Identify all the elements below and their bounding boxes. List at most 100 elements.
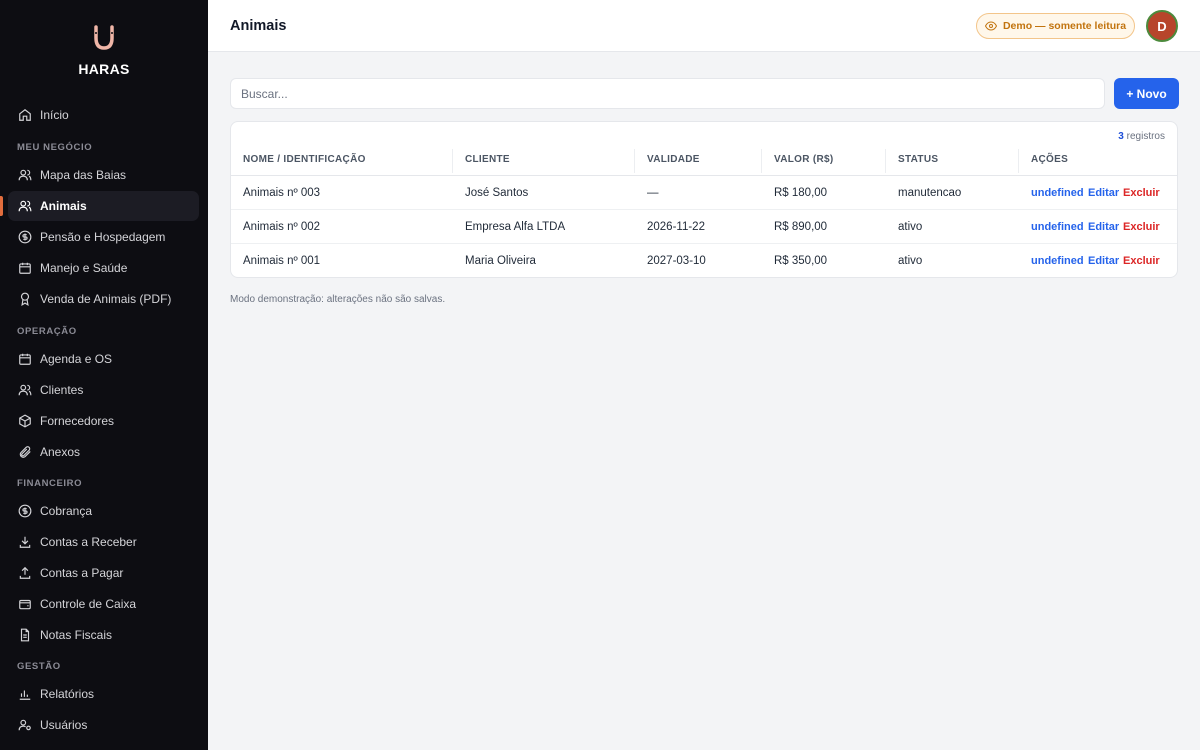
sidebar-item-label: Venda de Animais (PDF) — [40, 292, 172, 306]
top-header: Animais Demo — somente leitura D — [208, 0, 1200, 52]
sidebar-item-label: Clientes — [40, 383, 84, 397]
sidebar-item-mapa-das-baias[interactable]: Mapa das Baias — [8, 160, 199, 190]
brand: HARAS — [0, 0, 208, 96]
sidebar-item-label: Manejo e Saúde — [40, 261, 128, 275]
dollar-circle-icon — [18, 230, 32, 244]
edit-link[interactable]: Editar — [1088, 255, 1119, 267]
sidebar-item-inicio[interactable]: Início — [8, 100, 199, 130]
records-table: 3 registros NOME / IDENTIFICAÇÃO CLIENTE… — [230, 121, 1178, 278]
sidebar-item-animais[interactable]: Animais — [8, 191, 199, 221]
records-count-label: registros — [1126, 131, 1165, 142]
section-title-gestao: GESTÃO — [17, 661, 61, 672]
sidebar-item-contas-a-receber[interactable]: Contas a Receber — [8, 527, 199, 557]
table-row: Animais nº 003 José Santos — R$ 180,00 m… — [231, 176, 1177, 210]
demo-footnote: Modo demonstração: alterações não são sa… — [230, 294, 446, 305]
user-cog-icon — [18, 718, 32, 732]
cell-status: manutencao — [898, 187, 962, 199]
sidebar: HARAS Início MEU NEGÓCIO Mapa das Baias … — [0, 0, 208, 750]
user-avatar[interactable]: D — [1146, 10, 1178, 42]
column-divider — [885, 149, 886, 173]
table-row: Animais nº 001 Maria Oliveira 2027-03-10… — [231, 244, 1177, 277]
column-header-valor: VALOR (R$) — [774, 154, 834, 165]
edit-link[interactable]: Editar — [1088, 221, 1119, 233]
sidebar-item-label: Fornecedores — [40, 414, 115, 428]
bar-chart-icon — [18, 687, 32, 701]
dollar-circle-icon — [18, 504, 32, 518]
edit-link[interactable]: Editar — [1088, 187, 1119, 199]
sidebar-item-label: Mapa das Baias — [40, 168, 127, 182]
sidebar-item-label: Usuários — [40, 718, 88, 732]
sidebar-item-manejo-e-saude[interactable]: Manejo e Saúde — [8, 253, 199, 283]
search-input[interactable] — [230, 78, 1105, 109]
cell-nome: Animais nº 002 — [243, 221, 321, 233]
active-indicator — [0, 196, 3, 216]
upload-icon — [18, 566, 32, 580]
sidebar-item-relatorios[interactable]: Relatórios — [8, 679, 199, 709]
delete-link[interactable]: Excluir — [1123, 187, 1160, 199]
sidebar-item-label: Início — [40, 108, 69, 122]
home-icon — [18, 108, 32, 122]
paperclip-icon — [18, 445, 32, 459]
cell-status: ativo — [898, 221, 923, 233]
wallet-icon — [18, 597, 32, 611]
column-header-nome: NOME / IDENTIFICAÇÃO — [243, 154, 366, 165]
delete-link[interactable]: Excluir — [1123, 221, 1160, 233]
sidebar-item-label: Controle de Caixa — [40, 597, 137, 611]
column-divider — [452, 149, 453, 173]
demo-badge-label: Demo — somente leitura — [1002, 20, 1127, 32]
calendar-icon — [18, 261, 32, 275]
column-divider — [1018, 149, 1019, 173]
page-title: Animais — [230, 18, 287, 34]
records-count-number: 3 — [1118, 131, 1124, 142]
sidebar-item-label: Pensão e Hospedagem — [40, 230, 166, 244]
cell-valor: R$ 350,00 — [774, 255, 828, 267]
horseshoe-logo-icon — [94, 25, 114, 50]
users-icon — [18, 383, 32, 397]
package-icon — [18, 414, 32, 428]
sidebar-item-usuarios[interactable]: Usuários — [8, 710, 199, 740]
sidebar-item-label: Contas a Receber — [40, 535, 137, 549]
users-icon — [18, 168, 32, 182]
column-header-acoes: AÇÕES — [1031, 154, 1069, 165]
sidebar-item-label: Anexos — [40, 445, 81, 459]
download-icon — [18, 535, 32, 549]
cell-nome: Animais nº 003 — [243, 187, 321, 199]
sidebar-item-fornecedores[interactable]: Fornecedores — [8, 406, 199, 436]
table-row: Animais nº 002 Empresa Alfa LTDA 2026-11… — [231, 210, 1177, 244]
sidebar-item-controle-de-caixa[interactable]: Controle de Caixa — [8, 589, 199, 619]
cell-valor: R$ 890,00 — [774, 221, 828, 233]
section-title-financeiro: FINANCEIRO — [17, 478, 83, 489]
cell-cliente: José Santos — [465, 187, 529, 199]
new-button[interactable]: + Novo — [1114, 78, 1179, 109]
column-header-status: STATUS — [898, 154, 939, 165]
cell-validade: 2027-03-10 — [647, 255, 706, 267]
view-link[interactable]: undefined — [1031, 255, 1084, 267]
sidebar-item-label: Agenda e OS — [40, 352, 113, 366]
cell-validade: — — [647, 187, 659, 199]
sidebar-item-venda-de-animais[interactable]: Venda de Animais (PDF) — [8, 284, 199, 314]
column-divider — [634, 149, 635, 173]
column-divider — [761, 149, 762, 173]
sidebar-item-notas-fiscais[interactable]: Notas Fiscais — [8, 620, 199, 650]
sidebar-item-cobranca[interactable]: Cobrança — [8, 496, 199, 526]
sidebar-item-anexos[interactable]: Anexos — [8, 437, 199, 467]
cell-cliente: Empresa Alfa LTDA — [465, 221, 566, 233]
records-count: 3 registros — [1118, 131, 1165, 142]
view-link[interactable]: undefined — [1031, 187, 1084, 199]
sidebar-item-agenda-e-os[interactable]: Agenda e OS — [8, 344, 199, 374]
sidebar-item-contas-a-pagar[interactable]: Contas a Pagar — [8, 558, 199, 588]
calendar-icon — [18, 352, 32, 366]
cell-nome: Animais nº 001 — [243, 255, 321, 267]
sidebar-item-label: Notas Fiscais — [40, 628, 113, 642]
column-header-cliente: CLIENTE — [465, 154, 510, 165]
section-title-operacao: OPERAÇÃO — [17, 326, 77, 337]
brand-name: HARAS — [78, 61, 130, 77]
view-link[interactable]: undefined — [1031, 221, 1084, 233]
sidebar-item-pensao-e-hospedagem[interactable]: Pensão e Hospedagem — [8, 222, 199, 252]
cell-validade: 2026-11-22 — [647, 221, 705, 233]
cell-valor: R$ 180,00 — [774, 187, 828, 199]
demo-readonly-badge: Demo — somente leitura — [976, 13, 1135, 39]
sidebar-item-clientes[interactable]: Clientes — [8, 375, 199, 405]
column-header-validade: VALIDADE — [647, 154, 700, 165]
delete-link[interactable]: Excluir — [1123, 255, 1160, 267]
